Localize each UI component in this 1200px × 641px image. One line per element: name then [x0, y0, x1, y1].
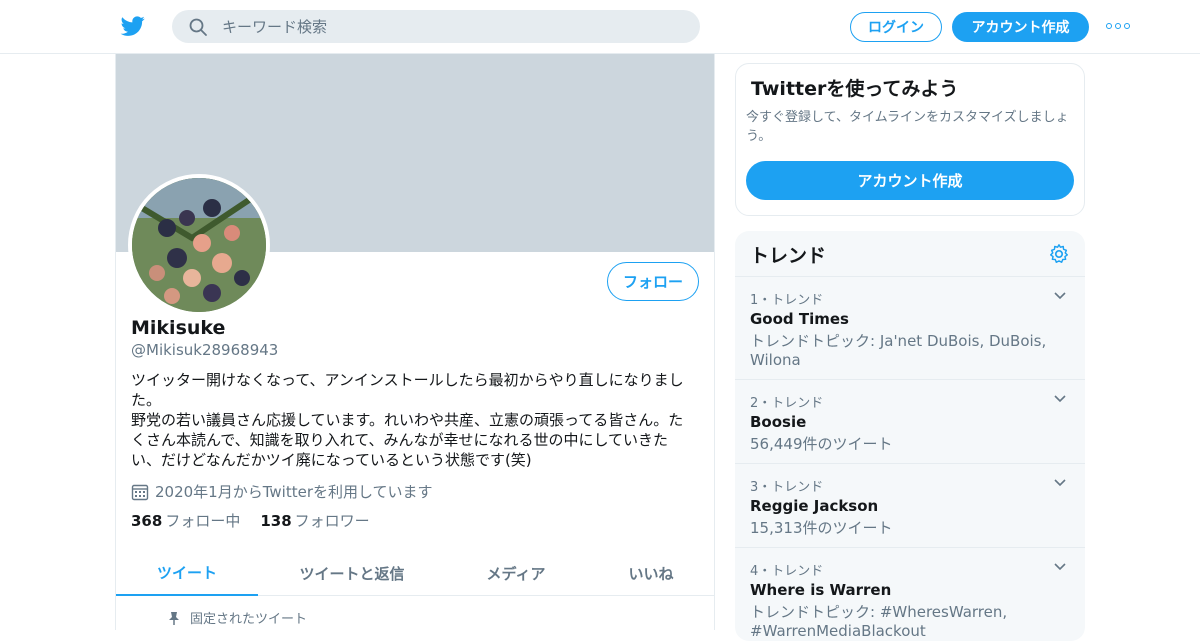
trend-meta: 1・トレンド [750, 293, 824, 308]
tab-likes[interactable]: いいね [596, 550, 706, 596]
signup-card: Twitterを使ってみよう 今すぐ登録して、タイムラインをカスタマイズしましょ… [735, 63, 1085, 216]
trend-subtext: トレンドトピック: #WheresWarren, #WarrenMediaBla… [750, 603, 1008, 640]
follow-stats: 368 フォロー中 138 フォロワー [131, 510, 370, 531]
trend-meta: 3・トレンド [750, 480, 824, 495]
search-box[interactable] [172, 10, 700, 43]
signup-button[interactable]: アカウント作成 [952, 12, 1089, 42]
followers-count: 138 [260, 512, 292, 530]
pinned-tweet-label: 固定されたツイート [168, 608, 307, 627]
signup-card-button[interactable]: アカウント作成 [746, 161, 1074, 200]
trend-meta: 2・トレンド [750, 396, 824, 411]
trend-name: Where is Warren [750, 581, 892, 599]
join-date-text: 2020年1月からTwitterを利用しています [155, 483, 433, 501]
trend-name: Good Times [750, 310, 849, 328]
chevron-down-icon[interactable] [1053, 289, 1067, 303]
trend-subtext: トレンドトピック: Ja'net DuBois, DuBois, Wilona [750, 332, 1047, 369]
trend-subtext: 15,313件のツイート [750, 519, 893, 537]
trend-item[interactable]: 2・トレンド Boosie 56,449件のツイート [735, 380, 1085, 464]
tab-tweets-and-replies[interactable]: ツイートと返信 [266, 550, 438, 596]
trend-meta: 4・トレンド [750, 564, 824, 579]
search-icon [189, 18, 207, 36]
more-options-icon[interactable] [1106, 20, 1130, 32]
profile-name: Mikisuke [131, 317, 226, 339]
search-input[interactable] [222, 10, 682, 43]
trend-name: Reggie Jackson [750, 497, 879, 515]
follow-button[interactable]: フォロー [607, 262, 699, 301]
pin-icon [169, 611, 179, 625]
login-button[interactable]: ログイン [850, 12, 942, 42]
following-label: フォロー中 [165, 512, 241, 530]
chevron-down-icon[interactable] [1053, 560, 1067, 574]
chevron-down-icon[interactable] [1053, 392, 1067, 406]
calendar-icon [131, 484, 149, 500]
trends-header: トレンド [735, 231, 1085, 277]
followers-stat[interactable]: 138 フォロワー [260, 510, 369, 531]
profile-bio: ツイッター開けなくなって、アンインストールしたら最初からやり直しになりました。 … [131, 371, 684, 469]
twitter-bird-icon[interactable] [120, 14, 146, 38]
pinned-text: 固定されたツイート [190, 612, 308, 627]
avatar-photo [132, 178, 266, 312]
following-stat[interactable]: 368 フォロー中 [131, 510, 240, 531]
join-date: 2020年1月からTwitterを利用しています [131, 481, 433, 502]
followers-label: フォロワー [294, 512, 370, 530]
trends-panel: トレンド 1・トレンド Good Times トレンドトピック: Ja'net … [735, 231, 1085, 641]
signup-card-title: Twitterを使ってみよう [751, 78, 959, 100]
trend-name: Boosie [750, 413, 807, 431]
trend-subtext: 56,449件のツイート [750, 435, 893, 453]
chevron-down-icon[interactable] [1053, 476, 1067, 490]
following-count: 368 [131, 512, 163, 530]
trend-item[interactable]: 1・トレンド Good Times トレンドトピック: Ja'net DuBoi… [735, 277, 1085, 380]
trend-item[interactable]: 3・トレンド Reggie Jackson 15,313件のツイート [735, 464, 1085, 548]
avatar[interactable] [128, 174, 270, 316]
trend-item[interactable]: 4・トレンド Where is Warren トレンドトピック: #Wheres… [735, 548, 1085, 641]
profile-handle: @Mikisuk28968943 [131, 341, 279, 359]
profile-tabs: ツイート ツイートと返信 メディア いいね [116, 550, 714, 596]
trends-title: トレンド [750, 245, 827, 267]
gear-icon[interactable] [1048, 243, 1070, 265]
signup-card-description: 今すぐ登録して、タイムラインをカスタマイズしましょう。 [746, 110, 1069, 144]
profile-column: フォロー Mikisuke @Mikisuk28968943 ツイッター開けなく… [115, 54, 715, 630]
top-bar: ログイン アカウント作成 [0, 0, 1200, 54]
tab-media[interactable]: メディア [451, 550, 581, 596]
tab-tweets[interactable]: ツイート [116, 550, 258, 596]
